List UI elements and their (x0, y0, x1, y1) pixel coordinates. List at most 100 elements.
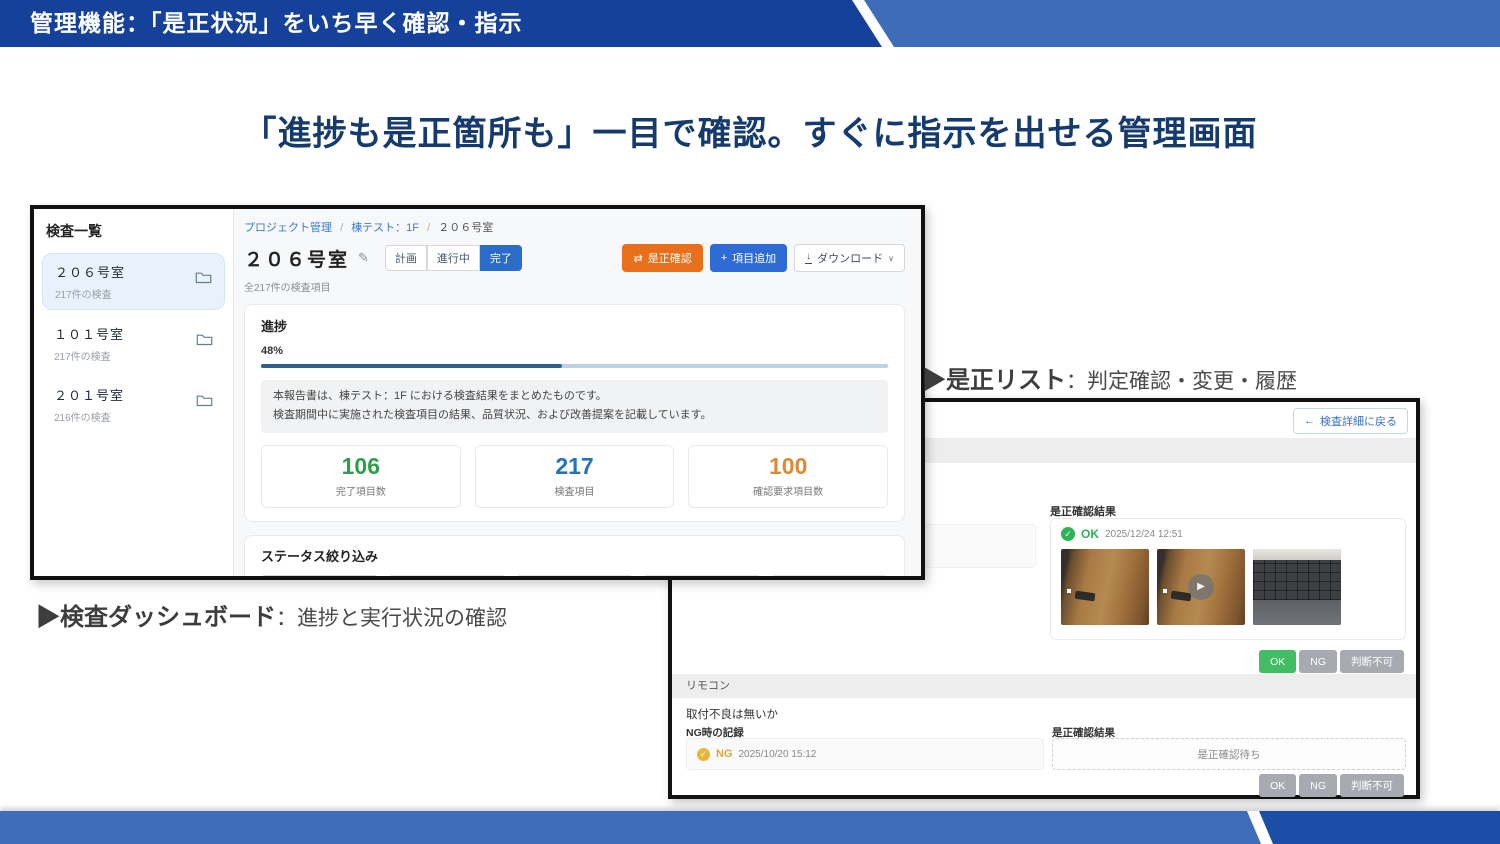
stat-label: 確認要求項目数 (753, 486, 824, 498)
report-description-line1: 本報告書は、棟テスト：1F における検査結果をまとめたものです。 (273, 390, 607, 402)
status-segmented-control: 計画 進行中 完了 (384, 245, 522, 271)
remote-judge-buttons: OK NG 判断不可 (1259, 774, 1404, 797)
photo-door-1[interactable] (1061, 549, 1149, 625)
progress-bar-track (261, 364, 888, 368)
judge-ok-button[interactable]: OK (1259, 774, 1297, 797)
back-arrow-icon: ← (1304, 415, 1315, 427)
judge-unable-button[interactable]: 判断不可 (1340, 650, 1404, 673)
correction-pending-card: 是正確認待ち (1052, 738, 1406, 770)
add-item-label: 項目追加 (732, 253, 777, 265)
stat-value: 100 (768, 452, 808, 479)
tab-plan[interactable]: 計画 (384, 245, 427, 271)
progress-bar-fill (261, 364, 562, 368)
room-count: 216件の検査 (54, 413, 111, 424)
tab-in-progress[interactable]: 進行中 (426, 245, 480, 271)
stat-label: 完了項目数 (335, 486, 386, 498)
pending-text: 是正確認待ち (1197, 748, 1261, 761)
photo-keyboard[interactable] (1253, 549, 1341, 625)
laptop-trackpad-shape (1253, 599, 1341, 625)
progress-card: 進捗 48% 本報告書は、棟テスト：1F における検査結果をまとめたものです。 … (244, 304, 905, 522)
photo-door-video[interactable]: ▶ (1157, 549, 1245, 625)
band-light-shape (0, 811, 1261, 844)
breadcrumb-current: ２０６号室 (438, 222, 494, 234)
photo-dot (1163, 589, 1168, 594)
bottom-band (0, 811, 1500, 844)
folder-icon (196, 332, 213, 346)
room-count: 217件の検査 (54, 352, 111, 363)
inspection-dashboard-screenshot: 検査一覧 ２０６号室 217件の検査 １０１号室 217件の検査 ２０１号室 2… (30, 205, 925, 580)
item1-result-header: ✓ OK 2025/12/24 12:51 (1061, 527, 1395, 541)
back-button-label: 検査詳細に戻る (1320, 416, 1397, 428)
filter-ok-button[interactable]: OK (58) (388, 574, 506, 576)
sidebar-item-room-201[interactable]: ２０１号室 216件の検査 (42, 377, 225, 432)
report-description: 本報告書は、棟テスト：1F における検査結果をまとめたものです。 検査期間中に実… (261, 380, 888, 433)
room-count: 217件の検査 (55, 290, 112, 301)
dashboard-main: プロジェクト管理 / 棟テスト：1F / ２０６号室 ２０６号室 ✎ 計画 進行… (234, 209, 921, 576)
breadcrumb-floor-link[interactable]: 棟テスト：1F (351, 222, 419, 234)
caption-correction-list: ▶是正リスト：判定確認・変更・履歴 (922, 360, 1297, 395)
play-icon[interactable]: ▶ (1188, 574, 1214, 600)
filter-ng-button[interactable]: NG (43) (515, 574, 634, 576)
door-handle-shape (1074, 590, 1096, 601)
breadcrumb-project-link[interactable]: プロジェクト管理 (244, 222, 332, 234)
filter-buttons: すべて (217) OK (58) NG (43) 判断不可 (5) 未実施 (… (261, 574, 889, 576)
items-total-subtitle: 全217件の検査項目 (244, 283, 331, 294)
correction-button-label: 是正確認 (647, 253, 692, 265)
tab-done[interactable]: 完了 (479, 245, 522, 271)
ng-status: NG (716, 748, 733, 760)
slide-canvas: 管理機能：「是正状況」をいち早く確認・指示 「進捗も是正箇所も」一目で確認。すぐ… (0, 0, 1500, 844)
item1-result-label: 是正確認結果 (1050, 506, 1116, 518)
sidebar-item-room-101[interactable]: １０１号室 217件の検査 (42, 316, 225, 371)
breadcrumb: プロジェクト管理 / 棟テスト：1F / ２０６号室 (244, 219, 905, 235)
stat-confirm-requests: 100 確認要求項目数 (688, 444, 889, 508)
ng-record-card[interactable]: ✓ NG 2025/10/20 15:12 (686, 738, 1044, 770)
edit-pencil-icon[interactable]: ✎ (358, 250, 369, 266)
status-filter-card: ステータス絞り込み すべて (217) OK (58) NG (43) 判断不可… (244, 534, 905, 576)
back-to-inspection-button[interactable]: ← 検査詳細に戻る (1293, 408, 1408, 434)
stat-value: 217 (555, 452, 594, 479)
room-name: ２０１号室 (54, 388, 125, 403)
banner-title: 管理機能：「是正状況」をいち早く確認・指示 (30, 10, 523, 36)
caption-correction-bold: ▶是正リスト (922, 367, 1066, 394)
progress-percent: 48% (261, 345, 284, 357)
ok-check-icon: ✓ (1061, 527, 1075, 541)
judge-ok-button[interactable]: OK (1259, 650, 1297, 673)
breadcrumb-separator: / (340, 222, 344, 234)
filter-heading: ステータス絞り込み (261, 548, 379, 564)
filter-not-done-button[interactable]: 未実施 (111) (770, 574, 889, 576)
stat-completed: 106 完了項目数 (261, 444, 461, 508)
ng-timestamp: 2025/10/20 15:12 (738, 748, 817, 760)
ng-check-icon: ✓ (697, 747, 710, 761)
progress-heading: 進捗 (261, 319, 288, 334)
caption-dashboard: ▶検査ダッシュボード：進捗と実行状況の確認 (36, 597, 507, 632)
chevron-down-icon: ∨ (888, 253, 894, 263)
sidebar-item-room-206[interactable]: ２０６号室 217件の検査 (42, 253, 225, 310)
correction-check-button[interactable]: ⇄ 是正確認 (622, 244, 703, 272)
page-title: ２０６号室 (244, 249, 350, 271)
item1-timestamp: 2025/12/24 12:51 (1105, 528, 1183, 540)
breadcrumb-separator: / (427, 222, 431, 234)
remote-question: 取付不良は無いか (686, 709, 778, 721)
item1-photos: ▶ (1061, 549, 1395, 625)
slide-headline: 「進捗も是正箇所も」一目で確認。すぐに指示を出せる管理画面 (242, 115, 1258, 153)
dashboard-body: 検査一覧 ２０６号室 217件の検査 １０１号室 217件の検査 ２０１号室 2… (34, 209, 921, 576)
filter-all-button[interactable]: すべて (217) (261, 574, 379, 576)
download-icon: ↓ (805, 251, 813, 264)
folder-icon (196, 393, 213, 407)
filter-unable-button[interactable]: 判断不可 (5) (643, 574, 761, 576)
stat-value: 106 (341, 452, 381, 479)
stat-label: 検査項目 (554, 486, 595, 498)
download-button[interactable]: ↓ ダウンロード ∨ (794, 244, 905, 272)
laptop-screen-shape (1253, 549, 1341, 561)
caption-dashboard-bold: ▶検査ダッシュボード (36, 604, 276, 631)
correction-icon: ⇄ (633, 252, 643, 265)
inspection-sidebar: 検査一覧 ２０６号室 217件の検査 １０１号室 217件の検査 ２０１号室 2… (34, 209, 234, 576)
room-name: ２０６号室 (55, 265, 126, 280)
judge-unable-button[interactable]: 判断不可 (1340, 774, 1404, 797)
add-item-button[interactable]: + 項目追加 (709, 244, 788, 272)
judge-ng-button[interactable]: NG (1299, 774, 1337, 797)
photo-dot (1067, 589, 1072, 594)
title-row: ２０６号室 ✎ 計画 進行中 完了 ⇄ 是正確認 + 項目追加 ↓ ダウンロード… (244, 244, 905, 272)
judge-ng-button[interactable]: NG (1299, 650, 1337, 673)
item1-status: OK (1081, 527, 1099, 541)
